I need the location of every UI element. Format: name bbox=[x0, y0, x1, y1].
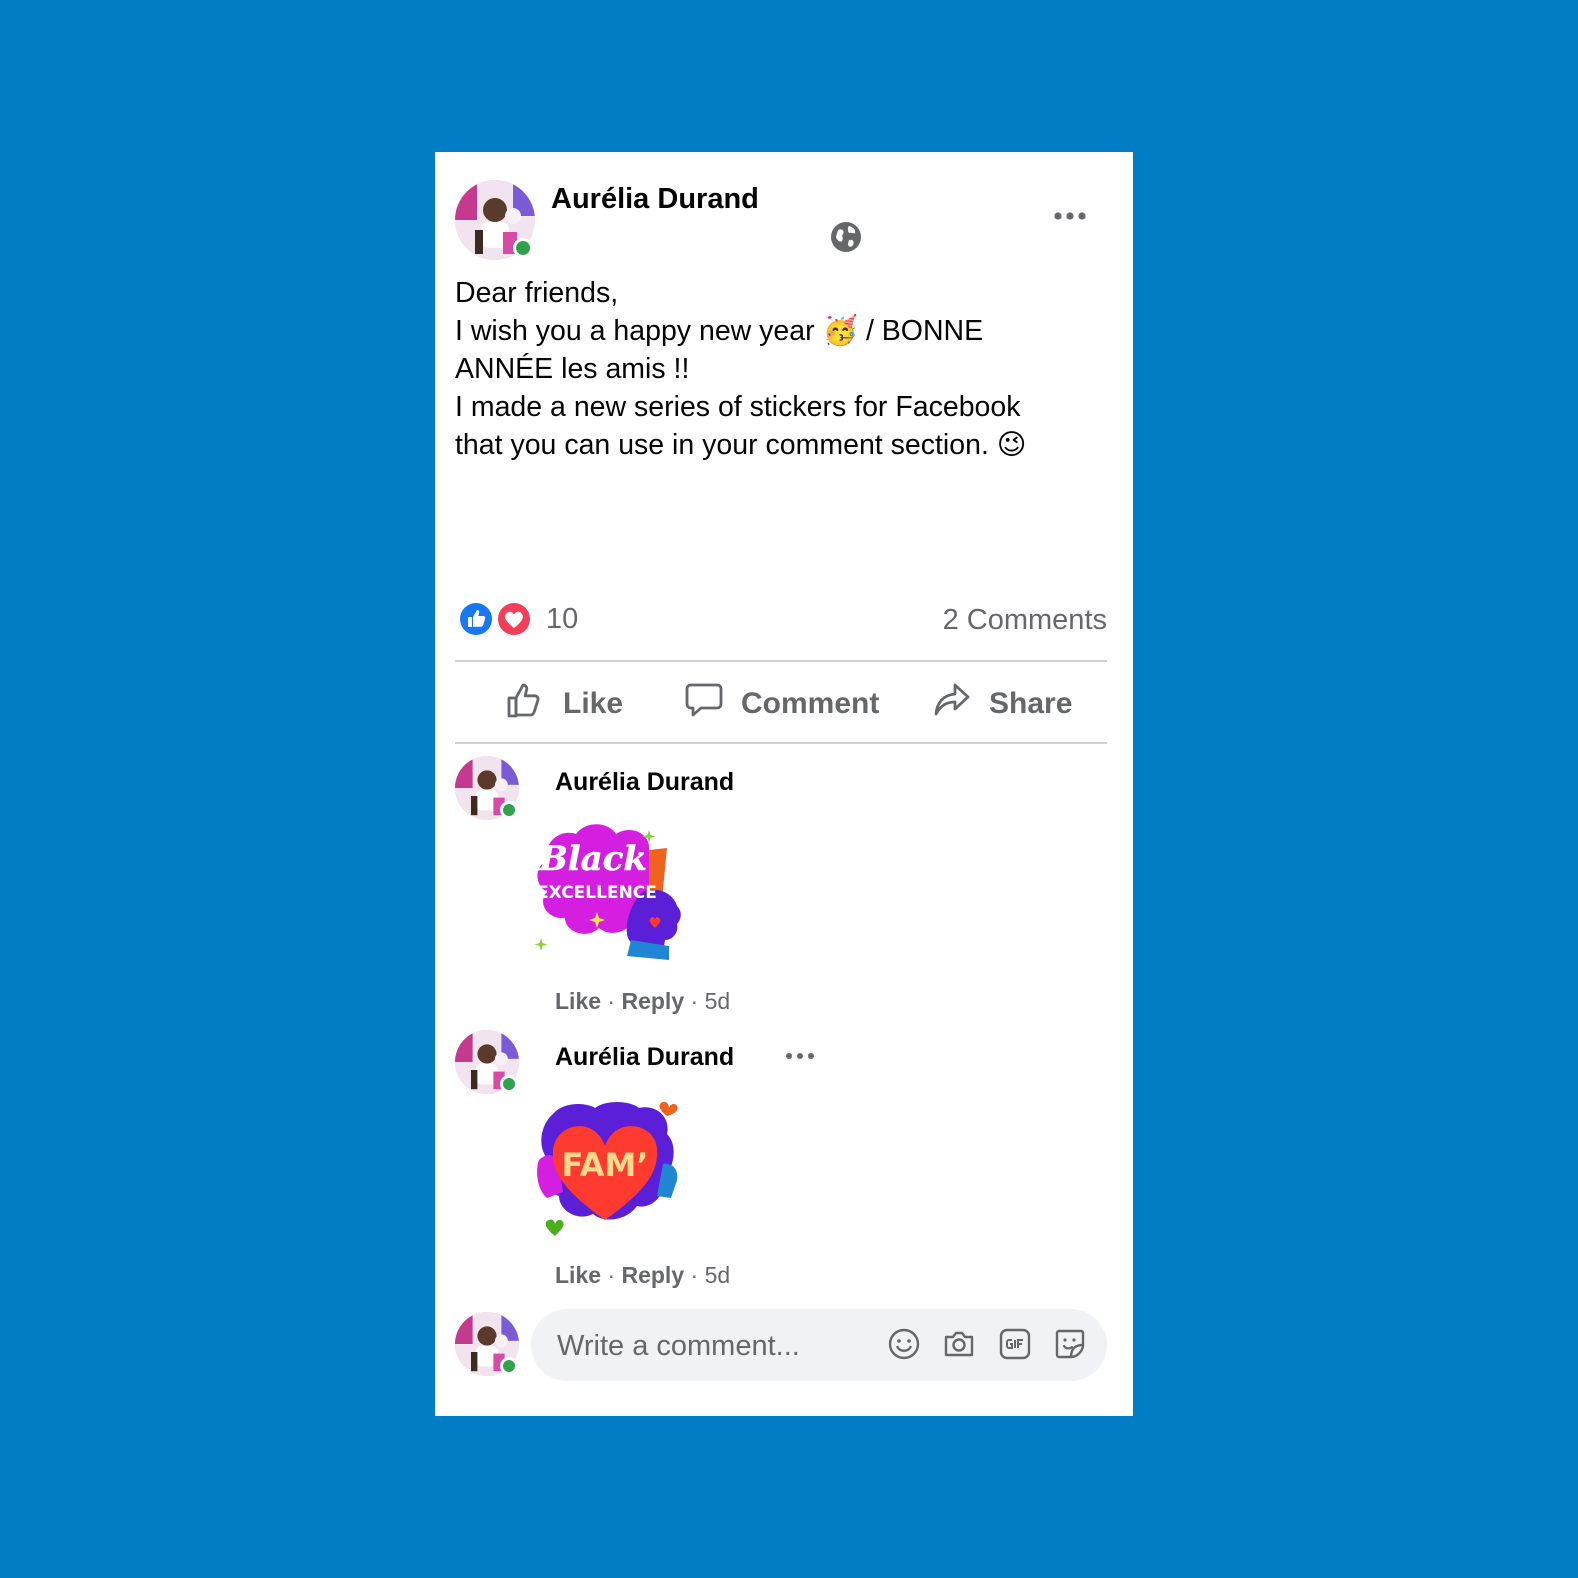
reactions-summary[interactable] bbox=[457, 598, 557, 638]
black-excellence-sticker[interactable]: Black EXCELLENCE bbox=[531, 820, 691, 970]
post-card: Aurélia Durand Dear friends, I wish you … bbox=[435, 152, 1133, 1416]
current-user-avatar[interactable] bbox=[455, 1312, 519, 1376]
comment-input[interactable] bbox=[555, 1327, 879, 1365]
separator: · bbox=[690, 1262, 699, 1288]
comment-composer[interactable] bbox=[531, 1309, 1107, 1381]
online-status-icon bbox=[500, 1075, 518, 1093]
post-text-line: that you can use in your comment section… bbox=[455, 429, 1027, 461]
more-options-icon[interactable] bbox=[1053, 206, 1089, 226]
camera-icon[interactable] bbox=[942, 1327, 976, 1361]
gif-icon[interactable] bbox=[998, 1327, 1032, 1361]
share-arrow-icon bbox=[933, 681, 989, 727]
comment-meta: Like · Reply · 5d bbox=[555, 988, 730, 1015]
separator: · bbox=[690, 988, 699, 1014]
like-reaction-icon bbox=[457, 600, 495, 638]
online-status-icon bbox=[500, 801, 518, 819]
post-body: Dear friends, I wish you a happy new yea… bbox=[455, 274, 1095, 464]
comment-reply-link[interactable]: Reply bbox=[621, 988, 684, 1014]
comment-reply-link[interactable]: Reply bbox=[621, 1262, 684, 1288]
post-text-line: ANNÉE les amis !! bbox=[455, 353, 690, 385]
comment-time[interactable]: 5d bbox=[705, 1262, 731, 1288]
separator: · bbox=[607, 1262, 616, 1288]
like-button[interactable]: Like bbox=[505, 674, 623, 734]
comment-like-link[interactable]: Like bbox=[555, 988, 601, 1014]
public-globe-icon bbox=[829, 220, 863, 254]
comment-author-name[interactable]: Aurélia Durand bbox=[555, 768, 734, 797]
comment-like-link[interactable]: Like bbox=[555, 1262, 601, 1288]
comment-button-label: Comment bbox=[741, 687, 880, 720]
online-status-icon bbox=[513, 238, 533, 258]
comment-more-options-icon[interactable] bbox=[785, 1048, 815, 1064]
thumbs-up-icon bbox=[505, 680, 563, 728]
post-author-name[interactable]: Aurélia Durand bbox=[551, 183, 759, 216]
divider bbox=[455, 660, 1107, 662]
reaction-count[interactable]: 10 bbox=[546, 603, 578, 636]
like-button-label: Like bbox=[563, 687, 624, 720]
post-text-line: Dear friends, bbox=[455, 277, 619, 309]
share-button-label: Share bbox=[989, 687, 1073, 720]
sticker-text: FAM’ bbox=[562, 1146, 649, 1184]
comment-meta: Like · Reply · 5d bbox=[555, 1262, 730, 1289]
sticker-text: EXCELLENCE bbox=[537, 883, 657, 903]
comment-time[interactable]: 5d bbox=[705, 988, 731, 1014]
comment-button[interactable]: Comment bbox=[685, 674, 879, 734]
author-avatar[interactable] bbox=[455, 180, 535, 260]
comment-author-name[interactable]: Aurélia Durand bbox=[555, 1043, 734, 1072]
share-button[interactable]: Share bbox=[933, 674, 1072, 734]
post-text-line: I made a new series of stickers for Face… bbox=[455, 391, 1021, 423]
post-text-line: I wish you a happy new year 🥳 / BONNE bbox=[455, 315, 984, 347]
sticker-icon[interactable] bbox=[1053, 1327, 1087, 1361]
comment-bubble-icon bbox=[685, 681, 741, 727]
separator: · bbox=[607, 988, 616, 1014]
commenter-avatar[interactable] bbox=[455, 1030, 519, 1094]
online-status-icon bbox=[500, 1357, 518, 1375]
emoji-icon[interactable] bbox=[887, 1327, 921, 1361]
fam-heart-sticker[interactable]: FAM’ bbox=[533, 1094, 693, 1244]
divider bbox=[455, 742, 1107, 744]
commenter-avatar[interactable] bbox=[455, 756, 519, 820]
sticker-text: Black bbox=[538, 839, 647, 879]
love-reaction-icon bbox=[495, 600, 533, 638]
comments-count[interactable]: 2 Comments bbox=[943, 604, 1107, 637]
